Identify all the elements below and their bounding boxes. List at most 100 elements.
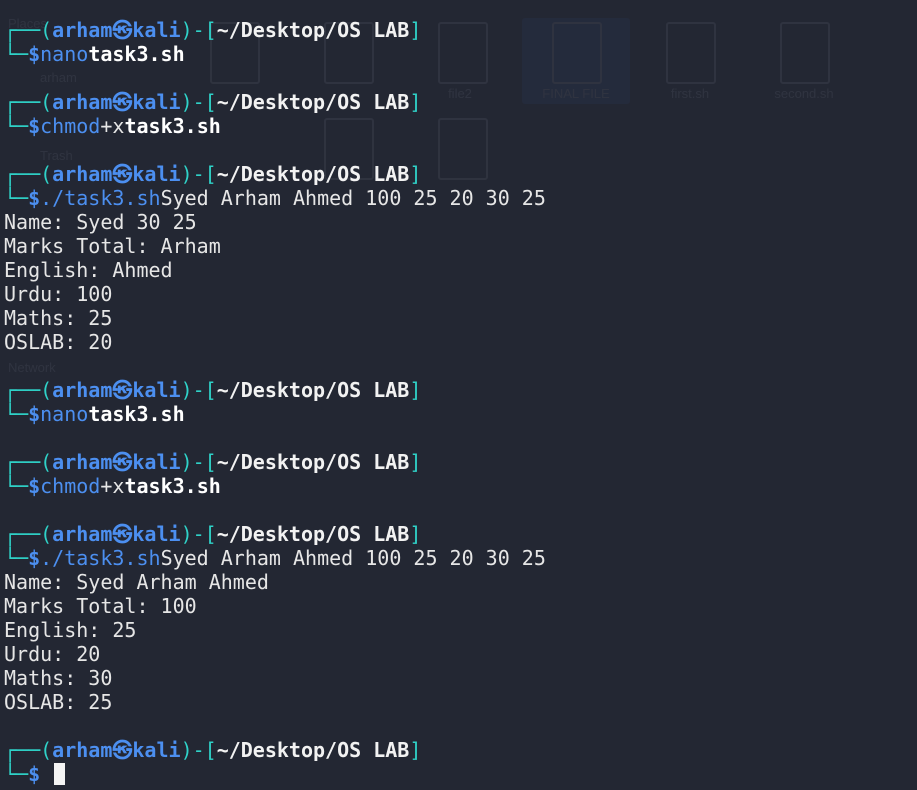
prompt-symbol: $ [28, 762, 41, 786]
command-file-arg: task3.sh [124, 114, 221, 138]
prompt-frame: ┌──( [4, 378, 53, 402]
command-line: └─ $ nano task3.sh [4, 402, 917, 426]
kali-dragon-icon: ㉿ [112, 738, 133, 762]
prompt-frame: ┌──( [4, 90, 53, 114]
output-line: OSLAB: 20 [4, 330, 113, 354]
prompt-frame: ] [409, 162, 422, 186]
prompt-header: ┌──(arham ㉿ kali)-[~/Desktop/OS LAB] [4, 378, 917, 402]
output-line: Name: Syed Arham Ahmed [4, 570, 269, 594]
prompt-frame: ┌──( [4, 162, 53, 186]
command-args: +x [100, 114, 125, 138]
prompt-frame: ┌──( [4, 18, 53, 42]
prompt-path: ~/Desktop/OS LAB [216, 378, 410, 402]
prompt-header: ┌──(arham ㉿ kali)-[~/Desktop/OS LAB] [4, 522, 917, 546]
prompt-frame: └─ [4, 114, 29, 138]
prompt-host: kali [132, 738, 181, 762]
prompt-user: arham [52, 738, 113, 762]
output-line: Maths: 30 [4, 666, 113, 690]
command-line: └─ $ ./task3.sh Syed Arham Ahmed 100 25 2… [4, 186, 917, 210]
kali-dragon-icon: ㉿ [112, 18, 133, 42]
prompt-symbol: $ [28, 42, 41, 66]
command-file-arg: task3.sh [88, 42, 185, 66]
kali-dragon-icon: ㉿ [112, 378, 133, 402]
prompt-frame: )-[ [180, 378, 217, 402]
prompt-frame: )-[ [180, 450, 217, 474]
output-line: Marks Total: 100 [4, 594, 197, 618]
prompt-frame: ┌──( [4, 450, 53, 474]
prompt-path: ~/Desktop/OS LAB [216, 18, 410, 42]
prompt-frame: └─ [4, 186, 29, 210]
prompt-host: kali [132, 18, 181, 42]
prompt-frame: ┌──( [4, 738, 53, 762]
prompt-user: arham [52, 162, 113, 186]
prompt-symbol: $ [28, 402, 41, 426]
prompt-symbol: $ [28, 474, 41, 498]
terminal-output[interactable]: ┌──(arham ㉿ kali)-[~/Desktop/OS LAB] └─ $ na… [4, 18, 917, 790]
command-name: nano [40, 402, 89, 426]
command-name: nano [40, 42, 89, 66]
prompt-header: ┌──(arham ㉿ kali)-[~/Desktop/OS LAB] [4, 90, 917, 114]
prompt-frame: ] [409, 90, 422, 114]
command-args: Syed Arham Ahmed 100 25 20 30 25 [160, 186, 546, 210]
prompt-path: ~/Desktop/OS LAB [216, 450, 410, 474]
prompt-frame: ] [409, 18, 422, 42]
output-line: Marks Total: Arham [4, 234, 221, 258]
command-name: ./task3.sh [40, 186, 161, 210]
prompt-header: ┌──(arham ㉿ kali)-[~/Desktop/OS LAB] [4, 738, 917, 762]
prompt-path: ~/Desktop/OS LAB [216, 522, 410, 546]
prompt-host: kali [132, 90, 181, 114]
command-line: └─ $ chmod +x task3.sh [4, 114, 917, 138]
prompt-path: ~/Desktop/OS LAB [216, 738, 410, 762]
output-line: English: 25 [4, 618, 137, 642]
output-line: English: Ahmed [4, 258, 173, 282]
output-line: OSLAB: 25 [4, 690, 113, 714]
prompt-frame: ] [409, 450, 422, 474]
output-line: Maths: 25 [4, 306, 113, 330]
prompt-frame: )-[ [180, 738, 217, 762]
command-line: └─ $ [4, 762, 917, 786]
prompt-frame: ] [409, 522, 422, 546]
prompt-header: ┌──(arham ㉿ kali)-[~/Desktop/OS LAB] [4, 18, 917, 42]
kali-dragon-icon: ㉿ [112, 162, 133, 186]
prompt-user: arham [52, 522, 113, 546]
prompt-user: arham [52, 378, 113, 402]
prompt-frame: └─ [4, 762, 29, 786]
prompt-path: ~/Desktop/OS LAB [216, 90, 410, 114]
command-file-arg: task3.sh [88, 402, 185, 426]
command-line: └─ $ nano task3.sh [4, 42, 917, 66]
prompt-frame: ┌──( [4, 522, 53, 546]
terminal-cursor[interactable] [54, 763, 66, 785]
command-args: Syed Arham Ahmed 100 25 20 30 25 [160, 546, 546, 570]
prompt-frame: )-[ [180, 90, 217, 114]
command-name: chmod [40, 114, 101, 138]
kali-dragon-icon: ㉿ [112, 450, 133, 474]
prompt-frame: )-[ [180, 522, 217, 546]
prompt-frame: )-[ [180, 18, 217, 42]
prompt-path: ~/Desktop/OS LAB [216, 162, 410, 186]
prompt-symbol: $ [28, 114, 41, 138]
prompt-frame: ] [409, 738, 422, 762]
prompt-header: ┌──(arham ㉿ kali)-[~/Desktop/OS LAB] [4, 162, 917, 186]
output-line: Name: Syed 30 25 [4, 210, 197, 234]
kali-dragon-icon: ㉿ [112, 522, 133, 546]
command-line: └─ $ ./task3.sh Syed Arham Ahmed 100 25 2… [4, 546, 917, 570]
prompt-user: arham [52, 90, 113, 114]
prompt-host: kali [132, 162, 181, 186]
prompt-user: arham [52, 450, 113, 474]
prompt-symbol: $ [28, 546, 41, 570]
prompt-frame: )-[ [180, 162, 217, 186]
kali-dragon-icon: ㉿ [112, 90, 133, 114]
prompt-symbol: $ [28, 186, 41, 210]
prompt-frame: └─ [4, 402, 29, 426]
command-name: chmod [40, 474, 101, 498]
prompt-frame: └─ [4, 546, 29, 570]
prompt-frame: └─ [4, 474, 29, 498]
prompt-frame: ] [409, 378, 422, 402]
prompt-frame: └─ [4, 42, 29, 66]
